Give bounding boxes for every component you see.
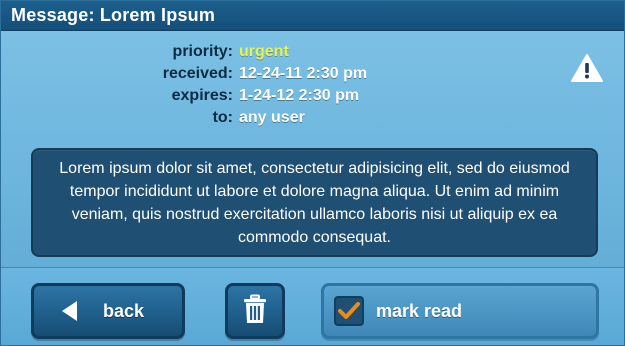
received-label: received: <box>162 65 233 82</box>
trash-icon <box>242 294 268 329</box>
mark-read-label: mark read <box>376 300 463 321</box>
back-button-label: back <box>103 300 145 321</box>
to-value: any user <box>239 109 305 126</box>
arrow-left-icon <box>62 301 77 321</box>
mark-read-checkbox[interactable] <box>334 296 364 326</box>
mark-read-button[interactable]: mark read <box>321 283 599 339</box>
expires-row: expires: 1-24-12 2:30 pm <box>1 85 624 107</box>
message-metadata: priority: urgent received: 12-24-11 2:30… <box>1 41 624 129</box>
message-screen: Message: Lorem Ipsum priority: urgent re… <box>0 0 625 346</box>
back-button[interactable]: back <box>31 283 185 339</box>
priority-value: urgent <box>239 43 289 60</box>
received-value: 12-24-11 2:30 pm <box>239 65 368 82</box>
received-row: received: 12-24-11 2:30 pm <box>1 63 624 85</box>
priority-label: priority: <box>172 43 233 60</box>
message-title: Message: Lorem Ipsum <box>11 5 216 25</box>
warning-icon <box>570 53 604 83</box>
delete-button[interactable] <box>225 283 285 339</box>
message-body-text: Lorem ipsum dolor sit amet, consectetur … <box>59 159 570 246</box>
checkmark-icon <box>338 302 360 319</box>
title-bar: Message: Lorem Ipsum <box>1 1 624 31</box>
expires-value: 1-24-12 2:30 pm <box>239 87 360 104</box>
priority-row: priority: urgent <box>1 41 624 63</box>
message-body-box: Lorem ipsum dolor sit amet, consectetur … <box>31 148 598 257</box>
to-label: to: <box>212 109 233 126</box>
expires-label: expires: <box>171 87 233 104</box>
to-row: to: any user <box>1 107 624 129</box>
